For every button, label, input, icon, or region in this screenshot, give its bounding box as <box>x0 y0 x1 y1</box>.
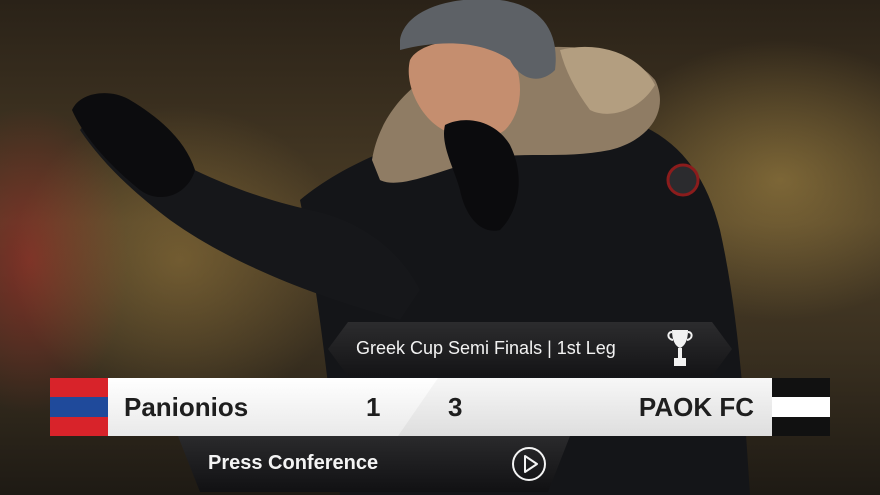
play-icon[interactable] <box>510 445 548 483</box>
home-team-score: 1 <box>366 392 381 422</box>
away-team-flag <box>772 378 830 436</box>
competition-title: Greek Cup Semi Finals | 1st Leg <box>356 338 616 358</box>
trophy-icon <box>667 330 693 366</box>
home-team-name: Panionios <box>124 392 249 422</box>
away-team-name: PAOK FC <box>638 392 754 422</box>
away-team-score: 3 <box>448 392 463 422</box>
press-conference-label[interactable]: Press Conference <box>208 452 378 475</box>
home-team-flag <box>50 378 108 436</box>
